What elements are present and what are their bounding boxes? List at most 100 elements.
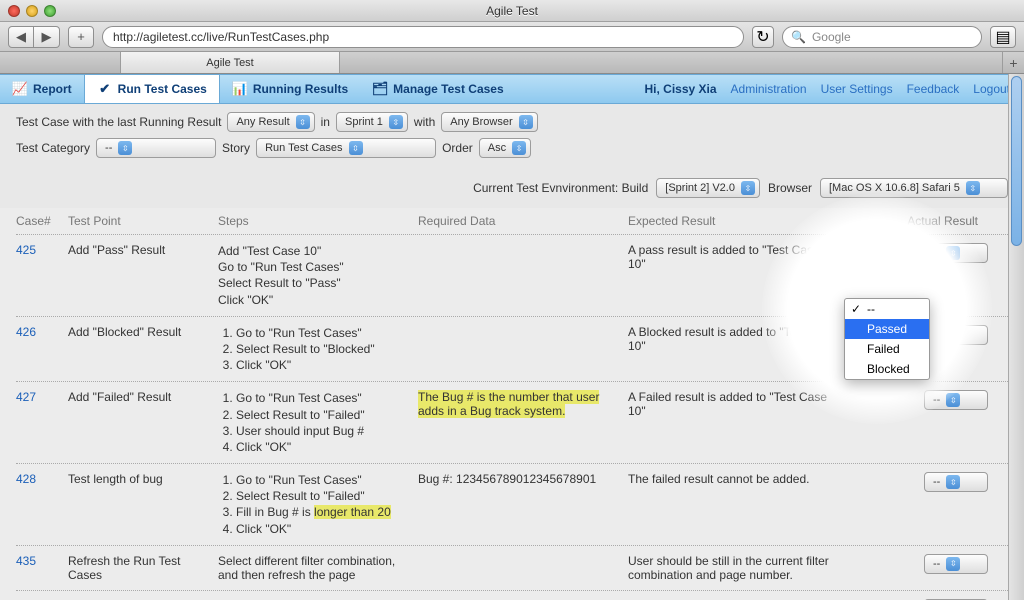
chevron-updn-icon: ⇳ (966, 181, 980, 195)
browser-tab[interactable]: Agile Test (120, 52, 340, 73)
case-link[interactable]: 435 (16, 554, 36, 568)
add-bookmark-button[interactable]: + (68, 26, 94, 48)
chevron-updn-icon: ⇳ (741, 181, 755, 195)
actual-result-dropdown[interactable]: --PassedFailedBlocked (844, 298, 930, 380)
link-user-settings[interactable]: User Settings (821, 82, 893, 96)
filter-result-label: Test Case with the last Running Result (16, 115, 221, 129)
manage-icon: 🗂 (372, 81, 388, 97)
case-link[interactable]: 425 (16, 243, 36, 257)
filter-category-label: Test Category (16, 141, 90, 155)
test-case-grid: Case# Test Point Steps Required Data Exp… (0, 208, 1024, 600)
run-icon: ✔ (97, 81, 113, 97)
filter-order-select[interactable]: Asc⇳ (479, 138, 531, 158)
link-logout[interactable]: Logout (973, 82, 1010, 96)
case-link[interactable]: 427 (16, 390, 36, 404)
table-row: 443The Sprint/Build filter of Run Test C… (16, 591, 1008, 600)
filter-browser-select[interactable]: Any Browser⇳ (441, 112, 537, 132)
search-icon: 🔍 (791, 30, 806, 44)
expected-result: A Failed result is added to "Test Case 1… (628, 390, 838, 418)
reload-button[interactable]: ↻ (752, 26, 774, 48)
new-tab-button[interactable]: + (1002, 52, 1024, 73)
steps-cell: Go to "Run Test Cases"Select Result to "… (218, 472, 408, 537)
grid-header: Case# Test Point Steps Required Data Exp… (16, 208, 1008, 235)
report-icon: 📈 (12, 81, 28, 97)
actual-result-select[interactable]: --⇳ (924, 472, 988, 492)
browser-toolbar: ◀ ▶ + http://agiletest.cc/live/RunTestCa… (0, 22, 1024, 52)
tab-run-test-cases[interactable]: ✔Run Test Cases (84, 75, 220, 103)
filter-result-select[interactable]: Any Result⇳ (227, 112, 314, 132)
expected-result: The failed result cannot be added. (628, 472, 838, 486)
search-field[interactable]: 🔍 Google (782, 26, 982, 48)
tab-manage-test-cases[interactable]: 🗂Manage Test Cases (360, 75, 516, 103)
bookmarks-icon: ▤ (995, 27, 1010, 47)
dropdown-option[interactable]: Failed (845, 339, 929, 359)
chevron-updn-icon: ⇳ (946, 393, 960, 407)
vertical-scrollbar[interactable] (1008, 74, 1024, 600)
expected-result: A pass result is added to "Test Case 10" (628, 243, 838, 271)
test-point: Refresh the Run Test Cases (68, 554, 208, 582)
env-build-label: Current Test Evnvironment: Build (473, 181, 648, 195)
chevron-updn-icon: ⇳ (296, 115, 310, 129)
chevron-updn-icon: ⇳ (519, 115, 533, 129)
expected-result: A Blocked result is added to "Test Case … (628, 325, 838, 353)
browser-tab-bar: Agile Test + (0, 52, 1024, 74)
env-build-select[interactable]: [Sprint 2] V2.0⇳ (656, 178, 760, 198)
greeting: Hi, Cissy Xia (644, 82, 716, 96)
actual-result-select[interactable]: --⇳ (924, 390, 988, 410)
col-steps: Steps (218, 214, 408, 228)
results-icon: 📊 (232, 81, 248, 97)
dropdown-option[interactable]: Blocked (845, 359, 929, 379)
reload-icon: ↻ (756, 27, 769, 47)
back-button[interactable]: ◀ (8, 26, 34, 48)
table-row: 428Test length of bugGo to "Run Test Cas… (16, 464, 1008, 546)
test-point: Add "Blocked" Result (68, 325, 208, 339)
bookmarks-button[interactable]: ▤ (990, 26, 1016, 48)
filter-sprint-select[interactable]: Sprint 1⇳ (336, 112, 408, 132)
expected-result: User should be still in the current filt… (628, 554, 838, 582)
steps-cell: Select different filter combination, and… (218, 554, 408, 582)
link-administration[interactable]: Administration (731, 82, 807, 96)
actual-result-select[interactable]: --⇳ (924, 325, 988, 345)
link-feedback[interactable]: Feedback (907, 82, 960, 96)
case-link[interactable]: 428 (16, 472, 36, 486)
test-point: Add "Failed" Result (68, 390, 208, 404)
required-data: Bug #: 123456789012345678901 (418, 472, 618, 486)
search-placeholder: Google (812, 30, 851, 44)
chevron-updn-icon: ⇳ (349, 141, 363, 155)
filter-story-label: Story (222, 141, 250, 155)
col-act: Actual Result (848, 214, 1008, 228)
steps-cell: Go to "Run Test Cases"Select Result to "… (218, 325, 408, 374)
scroll-thumb[interactable] (1011, 76, 1022, 246)
table-row: 427 Add "Failed" Result Go to "Run Test Ca… (16, 382, 1008, 464)
forward-button[interactable]: ▶ (34, 26, 60, 48)
address-bar[interactable]: http://agiletest.cc/live/RunTestCases.ph… (102, 26, 744, 48)
test-point: Add "Pass" Result (68, 243, 208, 257)
app-nav: 📈Report ✔Run Test Cases 📊Running Results… (0, 74, 1024, 104)
col-exp: Expected Result (628, 214, 838, 228)
dropdown-option[interactable]: Passed (845, 319, 929, 339)
env-browser-select[interactable]: [Mac OS X 10.6.8] Safari 5⇳ (820, 178, 1008, 198)
table-row: 435 Refresh the Run Test Cases Select diff… (16, 546, 1008, 591)
actual-result-select[interactable]: --⇳ (924, 554, 988, 574)
chevron-updn-icon: ⇳ (946, 557, 960, 571)
filter-order-label: Order (442, 141, 473, 155)
filter-panel: Test Case with the last Running Result A… (0, 104, 1024, 172)
filter-story-select[interactable]: Run Test Cases⇳ (256, 138, 436, 158)
steps-cell: Add "Test Case 10"Go to "Run Test Cases"… (218, 243, 408, 308)
env-row: Current Test Evnvironment: Build [Sprint… (0, 172, 1024, 208)
chevron-updn-icon: ⇳ (512, 141, 526, 155)
col-case: Case# (16, 214, 58, 228)
chevron-updn-icon: ⇳ (389, 115, 403, 129)
tab-running-results[interactable]: 📊Running Results (220, 75, 360, 103)
tab-report[interactable]: 📈Report (0, 75, 84, 103)
actual-result-select[interactable]: --⇳ (924, 243, 988, 263)
env-browser-label: Browser (768, 181, 812, 195)
filter-category-select[interactable]: --⇳ (96, 138, 216, 158)
case-link[interactable]: 426 (16, 325, 36, 339)
window-titlebar: Agile Test (0, 0, 1024, 22)
dropdown-option[interactable]: -- (845, 299, 929, 319)
steps-cell: Go to "Run Test Cases"Select Result to "… (218, 390, 408, 455)
chevron-updn-icon: ⇳ (118, 141, 132, 155)
required-data: The Bug # is the number that user adds i… (418, 390, 618, 418)
window-title: Agile Test (0, 4, 1024, 18)
